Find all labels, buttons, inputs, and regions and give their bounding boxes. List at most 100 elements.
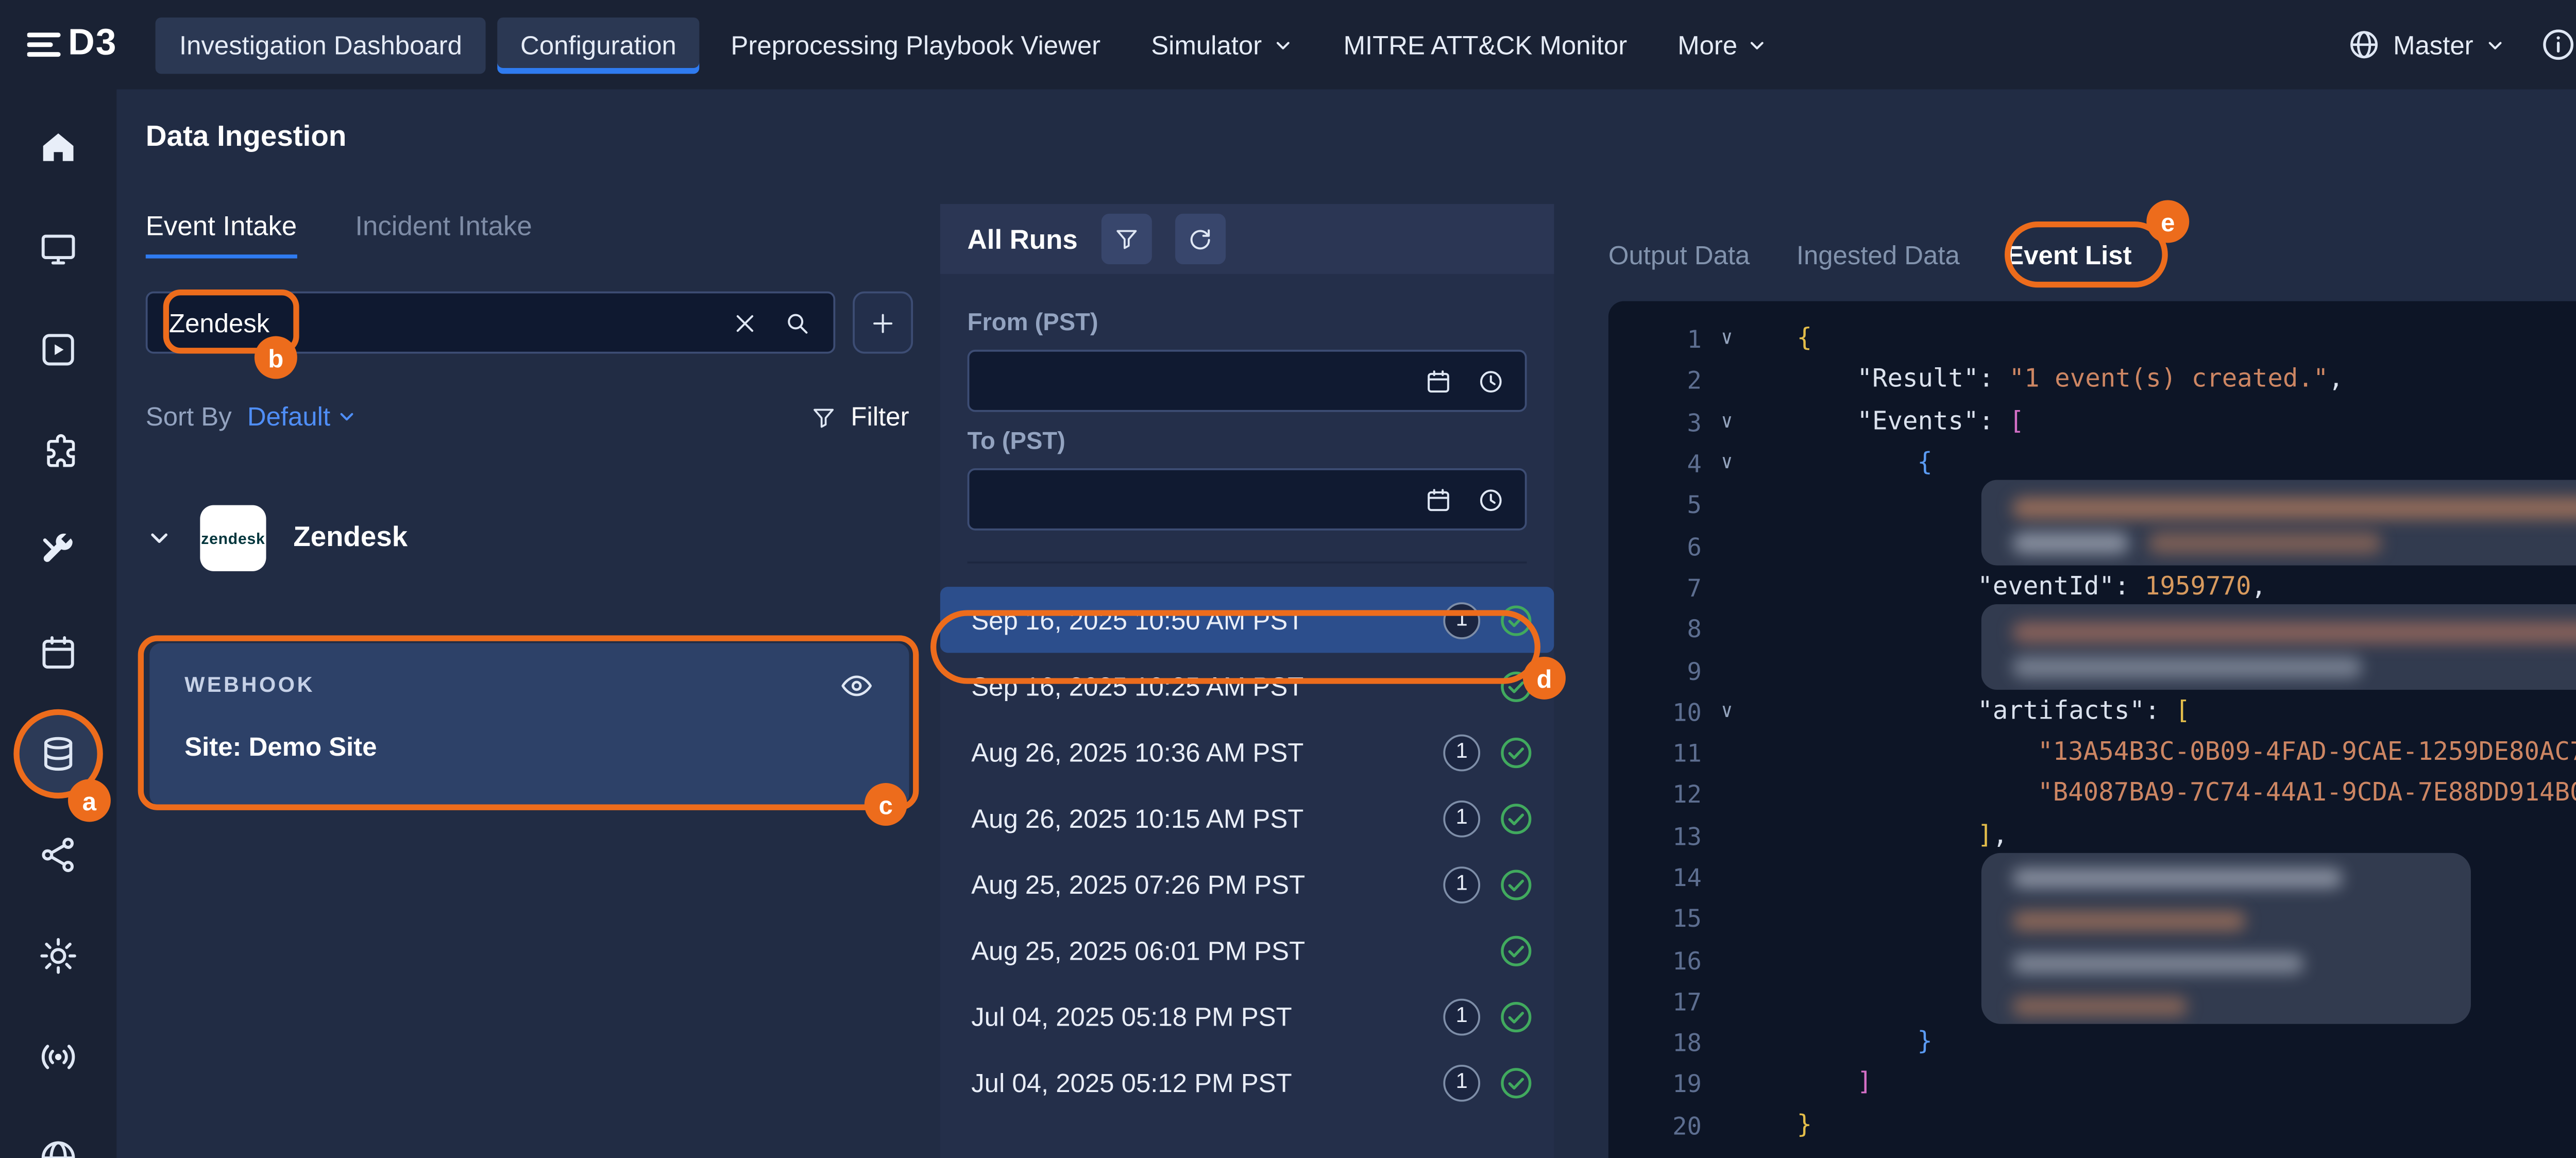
filter-label: Filter xyxy=(851,402,909,432)
fold-chevron-icon[interactable]: ∨ xyxy=(1702,412,1752,433)
add-integration-button[interactable] xyxy=(853,292,913,354)
branch-selector[interactable]: Master xyxy=(2347,27,2506,62)
run-count-badge: 1 xyxy=(1443,601,1480,638)
nav-investigation-dashboard[interactable]: Investigation Dashboard xyxy=(156,16,485,73)
redacted-smudge xyxy=(2012,622,2576,643)
refresh-icon xyxy=(1185,225,1215,254)
success-icon xyxy=(1498,932,1535,969)
sidebar-item-integrations[interactable] xyxy=(8,400,109,501)
run-row[interactable]: Sep 16, 2025 10:50 AM PST 1 xyxy=(940,587,1554,653)
fold-chevron-icon[interactable]: ∨ xyxy=(1702,329,1752,350)
tab-event-intake[interactable]: Event Intake xyxy=(146,210,297,258)
search-icon[interactable] xyxy=(783,308,812,337)
sort-filter-row: Sort By Default Filter xyxy=(146,402,909,432)
redacted-block xyxy=(1981,480,2576,566)
tools-icon xyxy=(18,511,99,592)
sidebar-item-schedule[interactable] xyxy=(8,602,109,703)
nav-more-label: More xyxy=(1677,30,1737,59)
run-count-badge: 1 xyxy=(1443,865,1480,902)
line-number: 10 xyxy=(1608,697,1702,726)
sidebar-item-settings[interactable] xyxy=(8,906,109,1007)
run-row[interactable]: Jul 04, 2025 05:18 PM PST 1 xyxy=(940,983,1554,1049)
nav-more[interactable]: More xyxy=(1658,16,1788,73)
run-row[interactable]: Aug 25, 2025 07:26 PM PST 1 xyxy=(940,851,1554,917)
line-number: 20 xyxy=(1608,1111,1702,1140)
run-row[interactable]: Sep 16, 2025 10:25 AM PST xyxy=(940,653,1554,719)
code-text: "artifacts": [ xyxy=(1752,697,2191,726)
redacted-block xyxy=(1981,604,2576,690)
from-date-input[interactable] xyxy=(969,352,1524,410)
sidebar-item-playbooks[interactable] xyxy=(8,299,109,400)
line-number: 14 xyxy=(1608,863,1702,892)
topbar: D3 Investigation Dashboard Configuration… xyxy=(0,0,2576,90)
nav-simulator[interactable]: Simulator xyxy=(1131,16,1312,73)
code-line: 13], xyxy=(1608,815,2576,857)
code-line: 19] xyxy=(1608,1063,2576,1104)
code-line: 11"13A54B3C-0B09-4FAD-9CAE-1259DE80AC75"… xyxy=(1608,733,2576,774)
line-number: 1 xyxy=(1608,325,1702,354)
code-text: } xyxy=(1752,1111,1812,1140)
chevron-down-icon[interactable] xyxy=(146,524,173,552)
playbook-icon xyxy=(18,309,99,390)
integration-group-zendesk[interactable]: zendesk Zendesk xyxy=(146,505,408,571)
fold-chevron-icon[interactable]: ∨ xyxy=(1702,453,1752,474)
sidebar xyxy=(0,90,116,1158)
database-icon xyxy=(18,713,99,794)
chevron-down-icon xyxy=(2485,34,2506,55)
sidebar-item-home[interactable] xyxy=(8,97,109,198)
output-tabs: Output Data Ingested Data Event List xyxy=(1608,241,2132,270)
line-number: 8 xyxy=(1608,615,1702,644)
code-line: 3∨"Events": [ xyxy=(1608,401,2576,442)
run-row[interactable]: Jul 04, 2025 05:12 PM PST 1 xyxy=(940,1049,1554,1115)
run-time: Sep 16, 2025 10:25 AM PST xyxy=(971,671,1443,701)
sidebar-item-workspace[interactable] xyxy=(8,198,109,299)
tab-event-list[interactable]: Event List xyxy=(2006,241,2131,270)
runs-date-filters: From (PST) To (PST) xyxy=(940,274,1554,564)
sidebar-item-connections[interactable] xyxy=(8,805,109,906)
runs-refresh-button[interactable] xyxy=(1175,214,1225,264)
run-row[interactable]: Aug 25, 2025 06:01 PM PST xyxy=(940,917,1554,983)
eye-icon[interactable] xyxy=(839,668,874,703)
tab-incident-intake[interactable]: Incident Intake xyxy=(355,210,532,258)
tab-output-data[interactable]: Output Data xyxy=(1608,241,1750,270)
sidebar-item-data-ingestion[interactable] xyxy=(8,703,109,804)
to-date-input-wrap xyxy=(968,468,1527,531)
runs-filter-button[interactable] xyxy=(1101,214,1151,264)
to-date-input[interactable] xyxy=(969,470,1524,529)
d3-logo-text: D3 xyxy=(68,23,117,66)
code-line: 1∨{ xyxy=(1608,319,2576,360)
topbar-right: Master + Incident 2 xyxy=(2347,15,2576,74)
intake-tabs: Event Intake Incident Intake xyxy=(146,210,532,258)
card-type-label: WEBHOOK xyxy=(184,674,315,697)
run-time: Aug 25, 2025 07:26 PM PST xyxy=(971,870,1443,899)
filter-button[interactable]: Filter xyxy=(810,402,909,432)
webhook-card[interactable]: WEBHOOK Site: Demo Site xyxy=(149,643,909,806)
sort-by-label: Sort By xyxy=(146,402,232,432)
redacted-block xyxy=(1981,853,2471,1024)
sidebar-item-global[interactable] xyxy=(8,1108,109,1158)
globe-icon xyxy=(18,1117,99,1158)
code-line: 10∨"artifacts": [ xyxy=(1608,691,2576,733)
nav-preprocessing-playbook-viewer[interactable]: Preprocessing Playbook Viewer xyxy=(711,16,1120,73)
nav-configuration[interactable]: Configuration xyxy=(497,16,700,73)
line-number: 13 xyxy=(1608,821,1702,850)
plus-icon xyxy=(868,308,897,337)
code-line: 18} xyxy=(1608,1022,2576,1063)
nav-mitre-attck-monitor[interactable]: MITRE ATT&CK Monitor xyxy=(1324,16,1647,73)
run-row[interactable]: Aug 26, 2025 10:36 AM PST 1 xyxy=(940,719,1554,785)
redacted-smudge xyxy=(2148,532,2381,553)
clear-icon[interactable] xyxy=(731,308,760,337)
sort-by-select[interactable]: Default xyxy=(247,402,358,432)
run-row[interactable]: Aug 26, 2025 10:15 AM PST 1 xyxy=(940,785,1554,851)
sidebar-item-event-streams[interactable] xyxy=(8,1007,109,1108)
code-text: { xyxy=(1752,325,1812,354)
success-icon xyxy=(1498,799,1535,837)
info-icon[interactable] xyxy=(2539,25,2576,64)
sidebar-item-utilities[interactable] xyxy=(8,501,109,602)
search-input[interactable] xyxy=(169,308,707,337)
tab-ingested-data[interactable]: Ingested Data xyxy=(1797,241,1960,270)
line-number: 2 xyxy=(1608,366,1702,396)
funnel-icon xyxy=(810,403,837,431)
d3-logo[interactable]: D3 xyxy=(27,23,117,66)
fold-chevron-icon[interactable]: ∨ xyxy=(1702,701,1752,722)
